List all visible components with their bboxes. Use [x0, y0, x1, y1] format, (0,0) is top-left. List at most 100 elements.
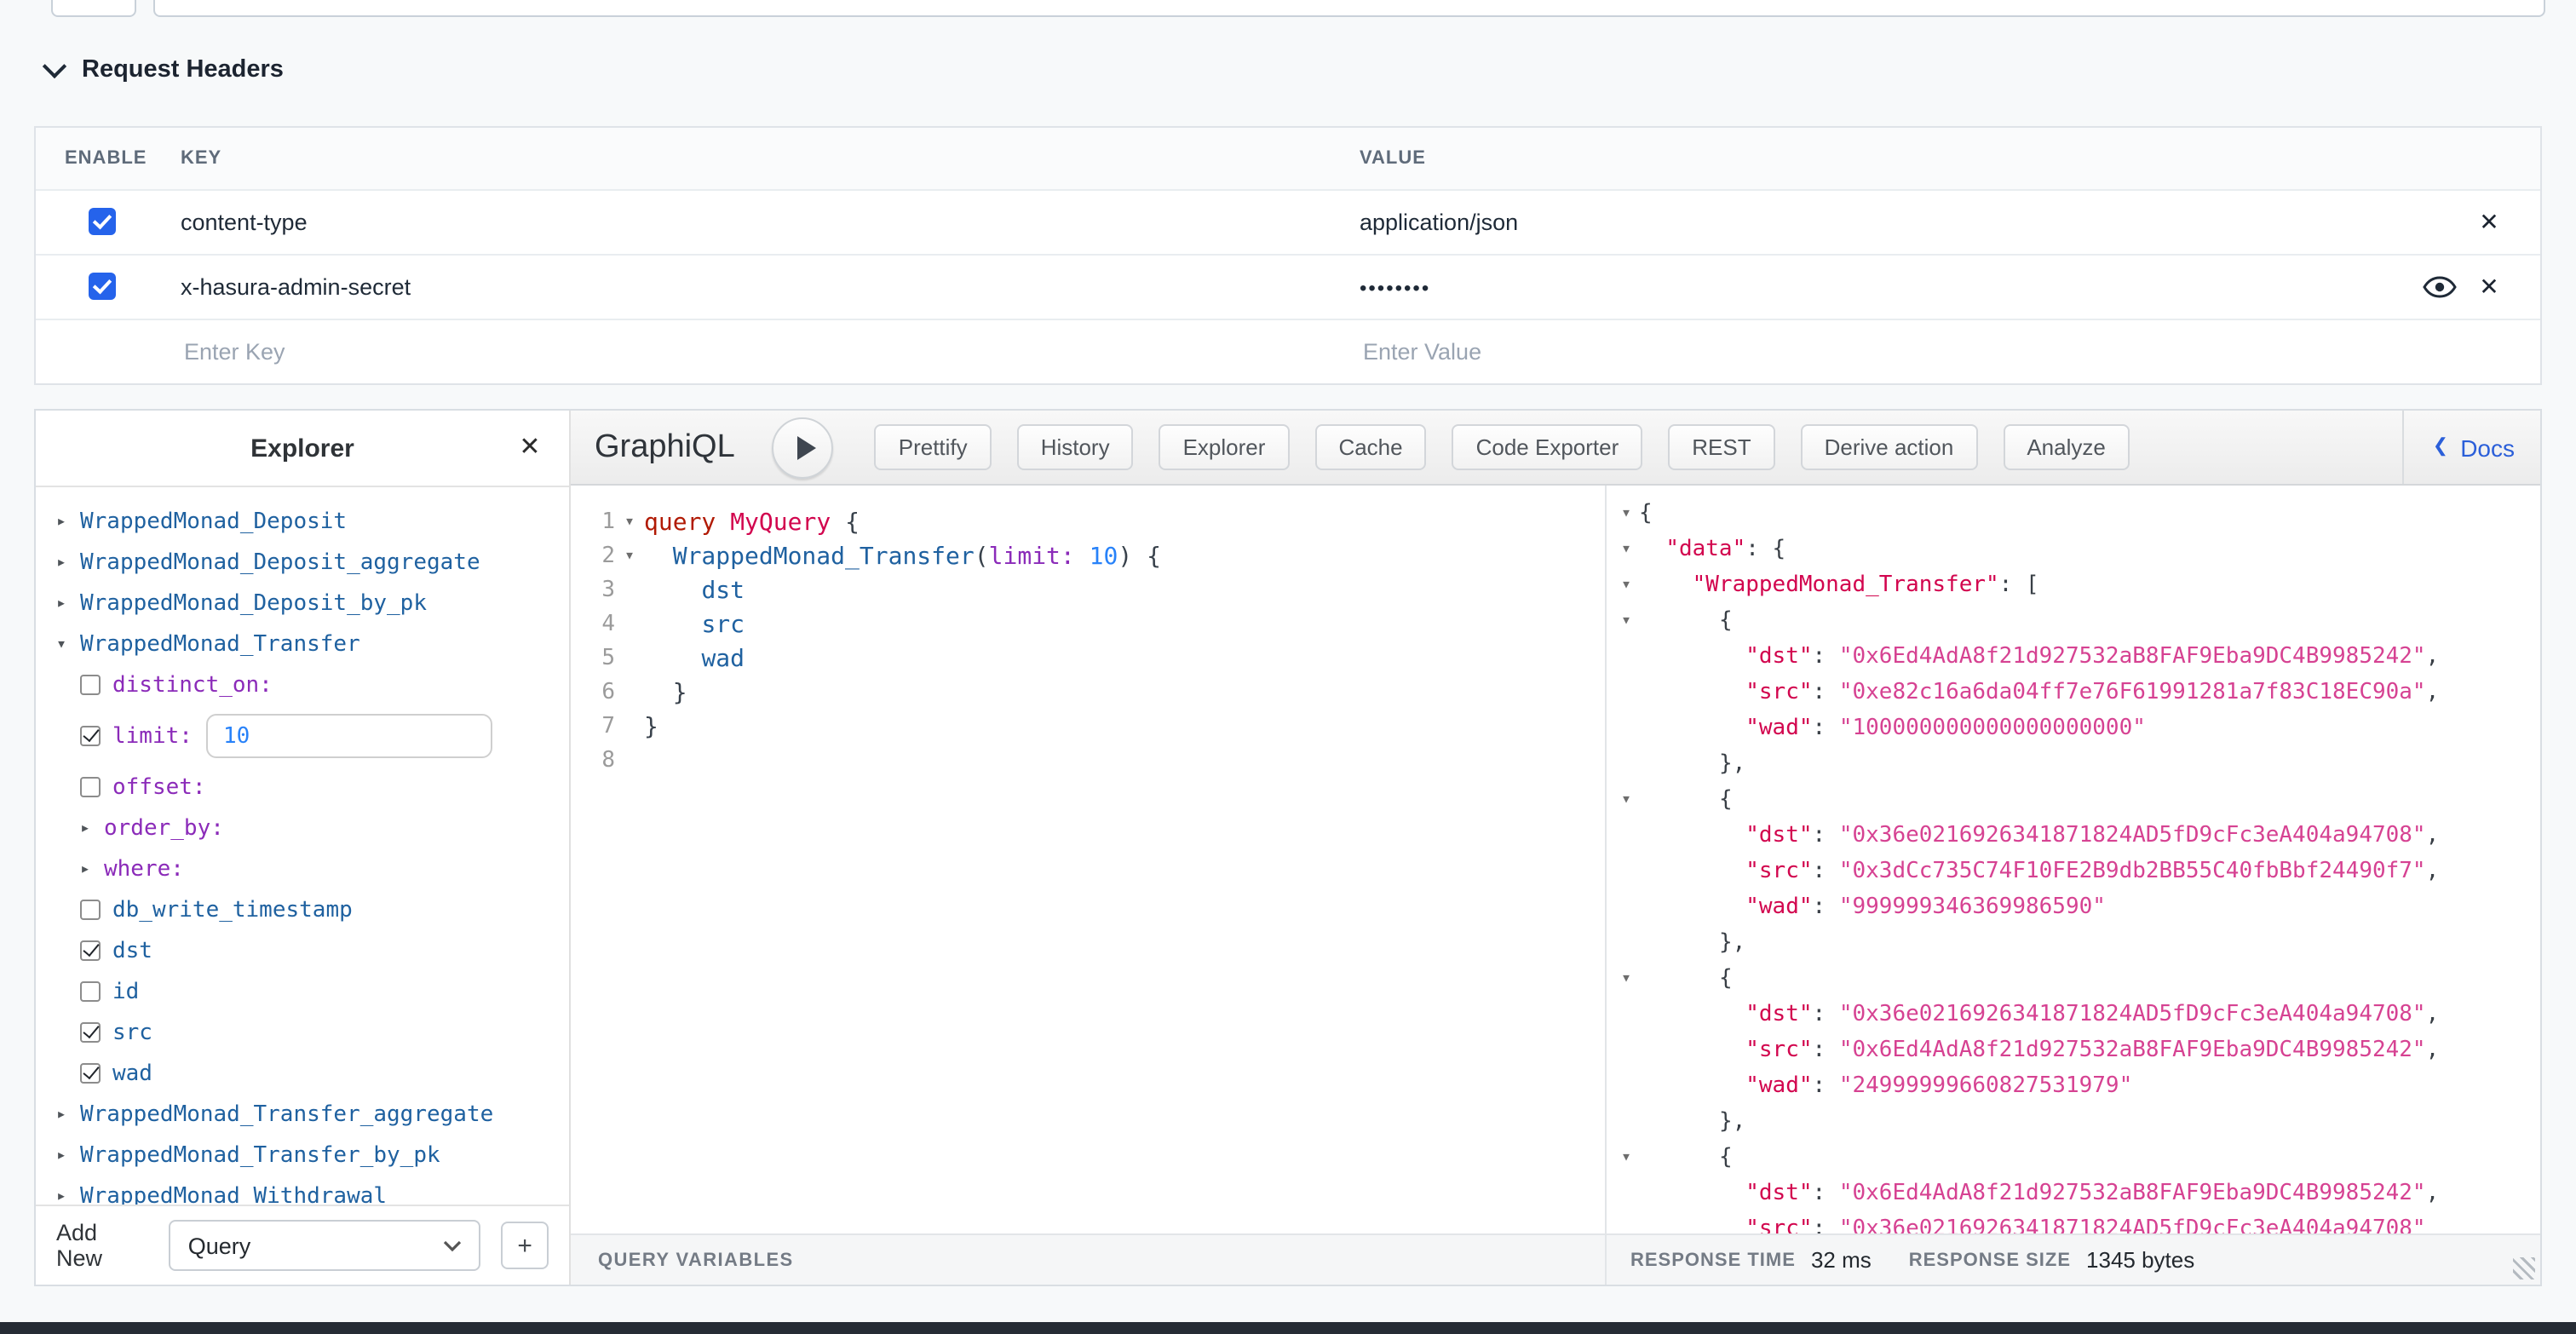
explorer-item-wrappedmonad_deposit[interactable]: ▸WrappedMonad_Deposit — [36, 501, 569, 542]
explorer-close-icon[interactable]: ✕ — [513, 431, 547, 465]
response-size-label: RESPONSE SIZE — [1909, 1250, 2071, 1270]
checkbox-checked[interactable] — [80, 1063, 101, 1084]
field-label: WrappedMonad_Withdrawal — [80, 1183, 387, 1205]
chevron-right-icon: ▸ — [56, 594, 80, 612]
checkbox-unchecked[interactable] — [80, 981, 101, 1002]
new-header-value-input[interactable] — [1360, 325, 2423, 379]
checkbox-unchecked[interactable] — [80, 900, 101, 920]
docs-button[interactable]: ❮ Docs — [2402, 411, 2540, 484]
add-operation-button[interactable]: + — [501, 1222, 549, 1269]
explorer-item-offset[interactable]: offset: — [36, 767, 569, 808]
chevron-right-icon: ▸ — [56, 512, 80, 531]
explorer-item-db_write_timestamp[interactable]: db_write_timestamp — [36, 889, 569, 930]
response-line: "wad": "999999346369986590" — [1613, 889, 2540, 925]
field-label: distinct_on: — [112, 672, 273, 698]
explorer-item-dst[interactable]: dst — [36, 930, 569, 971]
query-editor[interactable]: 1▾query MyQuery {2▾ WrappedMonad_Transfe… — [571, 486, 1605, 1233]
chevron-left-icon: ❮ — [2433, 438, 2448, 457]
enable-checkbox[interactable] — [89, 208, 116, 235]
response-line: "src": "0x6Ed4AdA8f21d927532aB8FAF9Eba9D… — [1613, 1032, 2540, 1068]
explorer-item-wrappedmonad_withdrawal[interactable]: ▸WrappedMonad_Withdrawal — [36, 1176, 569, 1205]
explorer-item-wrappedmonad_transfer[interactable]: ▾WrappedMonad_Transfer — [36, 624, 569, 664]
bottom-bar — [0, 1322, 2576, 1334]
field-label: wad — [112, 1061, 152, 1086]
explorer-item-wrappedmonad_transfer_by_pk[interactable]: ▸WrappedMonad_Transfer_by_pk — [36, 1135, 569, 1176]
resize-grip[interactable] — [2513, 1257, 2535, 1279]
close-icon[interactable]: ✕ — [2474, 271, 2504, 302]
close-icon[interactable]: ✕ — [2474, 206, 2504, 237]
explorer-item-distinct_on[interactable]: distinct_on: — [36, 664, 569, 705]
explorer-item-wad[interactable]: wad — [36, 1053, 569, 1094]
editor-line: 2▾ WrappedMonad_Transfer(limit: 10) { — [571, 540, 1605, 574]
field-label: WrappedMonad_Deposit_by_pk — [80, 590, 427, 616]
execute-query-button[interactable] — [773, 417, 834, 478]
explorer-item-wrappedmonad_deposit_by_pk[interactable]: ▸WrappedMonad_Deposit_by_pk — [36, 583, 569, 624]
fold-icon: ▾ — [1613, 782, 1639, 818]
checkbox-unchecked[interactable] — [80, 675, 101, 695]
explorer-item-src[interactable]: src — [36, 1012, 569, 1053]
toolbar-button-explorer[interactable]: Explorer — [1159, 424, 1290, 470]
field-label: order_by: — [104, 815, 224, 841]
header-value-masked[interactable]: •••••••• — [1360, 275, 1430, 299]
explorer-footer: Add New Query + — [36, 1205, 569, 1285]
checkbox-checked[interactable] — [80, 940, 101, 961]
explorer-item-wrappedmonad_transfer_aggregate[interactable]: ▸WrappedMonad_Transfer_aggregate — [36, 1094, 569, 1135]
field-label: WrappedMonad_Deposit — [80, 509, 347, 534]
line-number: 5 — [571, 642, 615, 676]
header-value[interactable]: application/json — [1360, 210, 1518, 235]
field-label: offset: — [112, 774, 206, 800]
graphiql-shell: Explorer ✕ ▸WrappedMonad_Deposit▸Wrapped… — [34, 409, 2542, 1286]
header-key[interactable]: content-type — [181, 210, 308, 235]
query-variables-bar[interactable]: QUERY VARIABLES — [571, 1233, 1605, 1285]
partial-control[interactable] — [51, 0, 136, 17]
toolbar-button-code-exporter[interactable]: Code Exporter — [1452, 424, 1643, 470]
toolbar-button-prettify[interactable]: Prettify — [875, 424, 992, 470]
explorer-item-wrappedmonad_deposit_aggregate[interactable]: ▸WrappedMonad_Deposit_aggregate — [36, 542, 569, 583]
enable-checkbox[interactable] — [89, 273, 116, 300]
checkbox-checked[interactable] — [80, 726, 101, 746]
new-header-key-input[interactable] — [181, 325, 1244, 379]
page: Request Headers ENABLE KEY VALUE content… — [0, 0, 2576, 1334]
response-line: ▾ "WrappedMonad_Transfer": [ — [1613, 567, 2540, 603]
request-headers-section-toggle[interactable]: Request Headers — [46, 56, 284, 83]
response-line: }, — [1613, 1104, 2540, 1140]
toolbar-button-analyze[interactable]: Analyze — [2003, 424, 2130, 470]
line-number: 2 — [571, 540, 615, 574]
eye-icon[interactable] — [2423, 276, 2457, 298]
graphiql-toolbar: GraphiQL PrettifyHistoryExplorerCacheCod… — [571, 411, 2540, 486]
toolbar-button-cache[interactable]: Cache — [1314, 424, 1426, 470]
explorer-item-id[interactable]: id — [36, 971, 569, 1012]
toolbar-button-derive-action[interactable]: Derive action — [1801, 424, 1978, 470]
field-label: WrappedMonad_Transfer_aggregate — [80, 1101, 493, 1127]
explorer-tree: ▸WrappedMonad_Deposit▸WrappedMonad_Depos… — [36, 487, 569, 1205]
line-number: 8 — [571, 745, 615, 779]
section-title: Request Headers — [82, 56, 284, 83]
response-line: "src": "0x36e0216926341871824AD5fD9cFc3e… — [1613, 1211, 2540, 1233]
line-number: 3 — [571, 574, 615, 608]
toolbar-button-history[interactable]: History — [1017, 424, 1134, 470]
checkbox-unchecked[interactable] — [80, 777, 101, 797]
limit-value-input[interactable] — [206, 714, 492, 758]
toolbar-button-rest[interactable]: REST — [1668, 424, 1774, 470]
chevron-down-icon — [43, 55, 66, 78]
add-new-select[interactable]: Query — [170, 1220, 481, 1271]
checkbox-checked[interactable] — [80, 1022, 101, 1043]
editor-line: 8 — [571, 745, 1605, 779]
response-line: ▾ { — [1613, 782, 2540, 818]
header-key[interactable]: x-hasura-admin-secret — [181, 274, 411, 300]
docs-label: Docs — [2460, 434, 2515, 461]
explorer-item-order_by[interactable]: ▸order_by: — [36, 808, 569, 848]
explorer-item-where[interactable]: ▸where: — [36, 848, 569, 889]
response-line: "dst": "0x36e0216926341871824AD5fD9cFc3e… — [1613, 997, 2540, 1032]
play-icon — [797, 435, 816, 459]
explorer-item-limit[interactable]: limit: — [36, 705, 569, 767]
chevron-right-icon: ▸ — [56, 1146, 80, 1164]
chevron-right-icon: ▸ — [56, 1105, 80, 1124]
editor-line: 6 } — [571, 676, 1605, 710]
field-label: id — [112, 979, 139, 1004]
line-number: 7 — [571, 710, 615, 745]
add-new-label: Add New — [56, 1220, 149, 1271]
endpoint-input-partial[interactable] — [153, 0, 2545, 17]
response-line: "dst": "0x6Ed4AdA8f21d927532aB8FAF9Eba9D… — [1613, 1176, 2540, 1211]
table-row: content-type application/json ✕ — [36, 189, 2540, 254]
